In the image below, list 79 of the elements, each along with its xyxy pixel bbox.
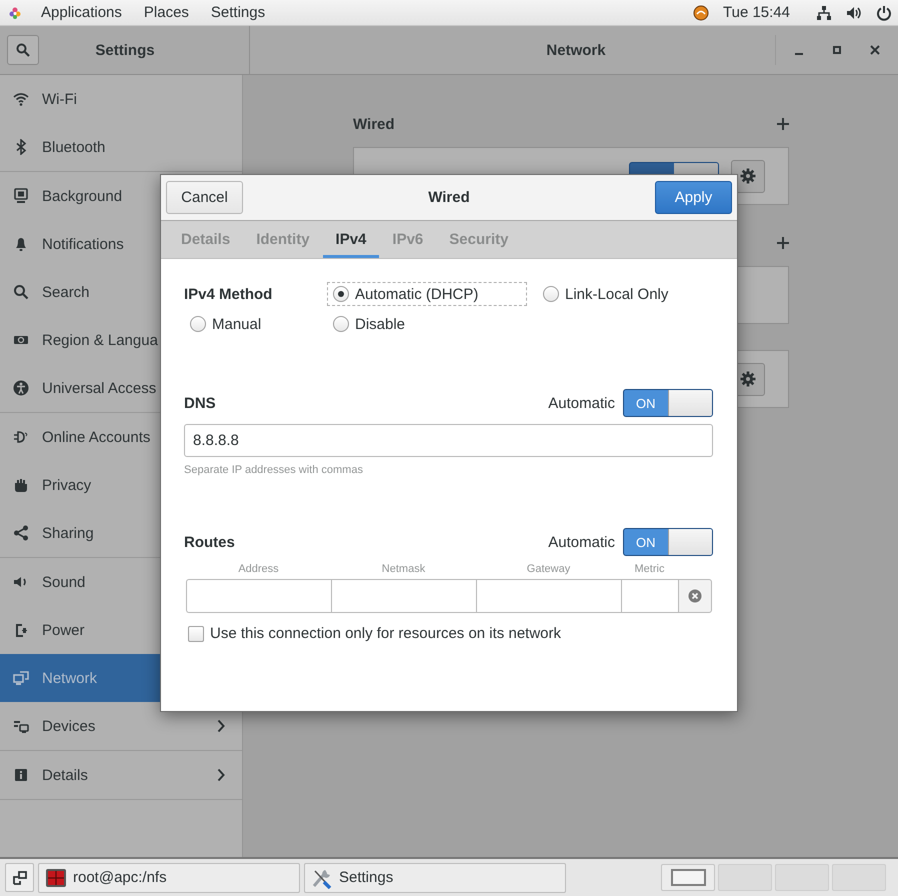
route-field[interactable] [621, 579, 678, 613]
delete-button[interactable] [678, 579, 712, 613]
column-header: Netmask [380, 563, 426, 575]
terminal-icon [45, 868, 67, 888]
devices-icon [13, 718, 29, 734]
dialog-title: Wired [428, 189, 470, 206]
share-icon [13, 525, 29, 541]
weather-icon [693, 4, 709, 20]
route-field[interactable] [186, 579, 331, 613]
minimize-icon [795, 53, 803, 55]
taskbar-button[interactable]: Settings [304, 862, 566, 892]
form-label: Routes [184, 534, 235, 550]
tab[interactable]: IPv4 [322, 224, 380, 258]
sidebar-item[interactable]: Bluetooth [0, 123, 242, 171]
apply-button[interactable]: Apply [654, 181, 732, 214]
battery-icon [13, 622, 29, 638]
column-header: Gateway [526, 563, 572, 575]
radio-indicator[interactable] [333, 316, 349, 332]
chevron-icon [217, 719, 225, 733]
checkbox-option[interactable]: Use this connection only for resources on its network [188, 625, 713, 642]
close-icon [870, 45, 880, 55]
search-icon [13, 284, 29, 300]
radio-option[interactable]: Link-Local Only [537, 282, 674, 306]
radio-option[interactable]: Automatic (DHCP) [327, 282, 527, 306]
taskbar-button[interactable]: root@apc:/nfs [38, 862, 300, 892]
plus-icon [777, 118, 789, 130]
dns-field[interactable]: 8.8.8.8 [184, 424, 713, 457]
radio-indicator[interactable] [190, 316, 206, 332]
chevron-icon [217, 768, 225, 782]
sidebar-item[interactable]: Devices [0, 702, 242, 750]
volume-icon [846, 4, 862, 20]
toggle-switch[interactable]: ON [623, 389, 713, 417]
workspace-button[interactable] [661, 864, 715, 891]
menu-item[interactable]: Places [132, 4, 200, 21]
route-field[interactable] [476, 579, 621, 613]
menu-item[interactable]: Settings [200, 4, 276, 21]
plus-icon [777, 237, 789, 249]
clear-icon [688, 589, 702, 603]
switch-label: Automatic [548, 394, 615, 412]
sidebar-item[interactable]: Wi-Fi [0, 75, 242, 123]
info-icon [13, 767, 29, 783]
maximize-icon [832, 45, 842, 55]
switch-label: Automatic [548, 534, 615, 550]
section-title: Wired [353, 116, 395, 132]
radio-indicator[interactable] [333, 286, 349, 302]
bell-icon [13, 236, 29, 252]
sidebar-item[interactable]: Details [0, 751, 242, 799]
search-button[interactable] [7, 35, 39, 65]
search-icon [16, 43, 30, 57]
network-icon [13, 670, 29, 686]
form-label: IPv4 Method [184, 286, 274, 302]
gear-icon [740, 168, 756, 184]
radio-indicator[interactable] [543, 286, 559, 302]
plug-icon [13, 429, 29, 445]
column-header: Metric [634, 563, 666, 575]
speaker-icon [13, 574, 29, 590]
sidebar-title: Settings [94, 42, 156, 58]
wifi-icon [13, 91, 29, 107]
column-header: Address [237, 563, 280, 575]
windows-icon [12, 870, 26, 884]
show-desktop-button[interactable] [5, 863, 34, 892]
clock[interactable]: Tue 15:44 [723, 4, 790, 21]
hand-icon [13, 477, 29, 493]
accessibility-icon [13, 380, 29, 396]
radio-option[interactable]: Disable [327, 312, 412, 336]
hint-text: Separate IP addresses with commas [184, 464, 364, 476]
network-icon [816, 4, 832, 20]
monitor-icon [13, 188, 29, 204]
flower-icon [8, 6, 22, 20]
checkbox[interactable] [188, 626, 204, 642]
form-label: DNS [184, 394, 216, 412]
window-title: Network [545, 42, 607, 58]
power-icon [876, 4, 892, 20]
route-field[interactable] [331, 579, 476, 613]
toggle-switch[interactable]: ON [623, 528, 713, 556]
cancel-button[interactable]: Cancel [166, 181, 243, 214]
gear-icon [740, 371, 756, 387]
menu-item[interactable]: Applications [30, 4, 133, 21]
radio-option[interactable]: Manual [184, 312, 268, 336]
